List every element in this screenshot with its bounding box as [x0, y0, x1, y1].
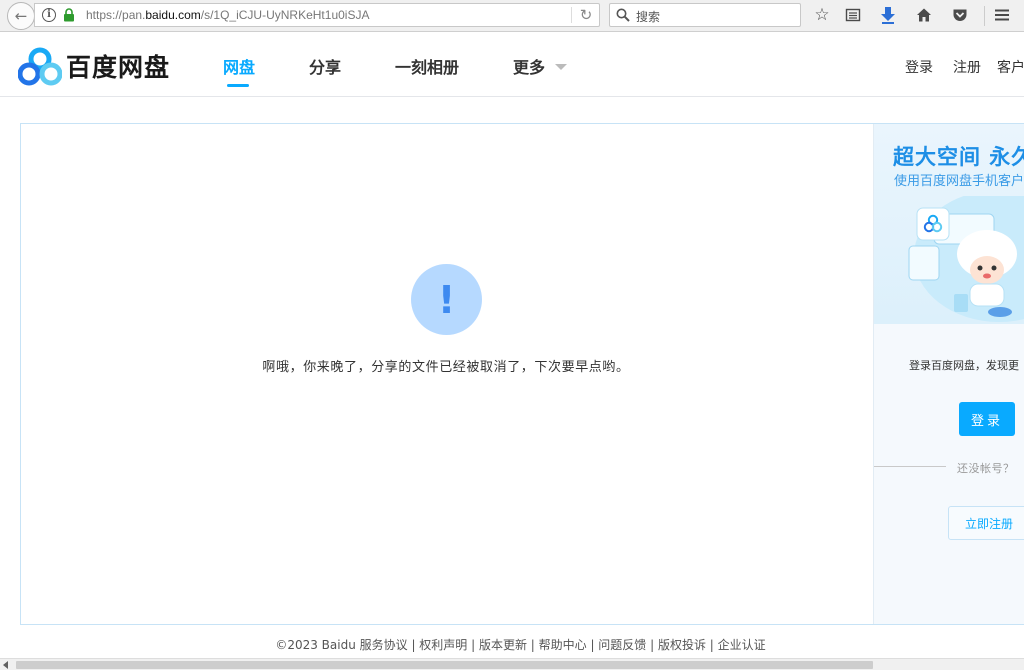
url-path: /s/1Q_iCJU-UyNRKeHt1u0iSJA	[200, 8, 370, 22]
nav-item-more[interactable]: 更多	[513, 54, 545, 78]
promo-banner[interactable]: 超大空间 永久 使用百度网盘手机客户	[874, 124, 1024, 324]
share-cancelled-message: 啊哦，你来晚了，分享的文件已经被取消了，下次要早点哟。	[262, 360, 630, 375]
mascot-illustration-icon	[908, 196, 1024, 322]
toolbar-separator	[984, 6, 985, 26]
promo-title: 超大空间 永久	[893, 145, 1024, 169]
menu-icon[interactable]	[991, 4, 1013, 26]
horizontal-scrollbar[interactable]	[0, 658, 1024, 670]
register-button[interactable]: 立即注册	[948, 506, 1024, 540]
home-icon[interactable]	[913, 4, 935, 26]
login-button[interactable]: 登录	[959, 402, 1015, 436]
login-prompt: 登录百度网盘，发现更	[909, 359, 1019, 372]
login-link[interactable]: 登录	[905, 57, 933, 77]
url-separator	[571, 7, 572, 23]
url-host: baidu.com	[145, 8, 201, 22]
client-link[interactable]: 客户	[997, 57, 1024, 77]
back-arrow-icon: ←	[14, 7, 28, 25]
nav-item-album[interactable]: 一刻相册	[395, 54, 459, 78]
browser-toolbar: ← i https://pan.baidu.com/s/1Q_iCJU-UyNR…	[0, 0, 1024, 32]
address-bar[interactable]: i https://pan.baidu.com/s/1Q_iCJU-UyNRKe…	[34, 3, 600, 27]
scroll-left-arrow-icon[interactable]	[3, 661, 8, 669]
alert-icon: !	[411, 264, 482, 335]
pocket-icon[interactable]	[949, 4, 971, 26]
divider	[874, 466, 946, 467]
register-link[interactable]: 注册	[953, 57, 981, 77]
lock-icon[interactable]	[63, 8, 75, 22]
site-header: 百度网盘 网盘 分享 一刻相册 更多 登录 注册 客户	[0, 33, 1024, 97]
brand-name[interactable]: 百度网盘	[66, 48, 170, 84]
reading-list-icon[interactable]	[842, 4, 864, 26]
nav-active-indicator	[227, 84, 249, 87]
url-prefix: https://pan.	[86, 8, 146, 22]
search-placeholder: 搜索	[636, 10, 661, 24]
promo-subtitle: 使用百度网盘手机客户	[894, 174, 1024, 189]
search-icon	[616, 8, 630, 22]
search-input[interactable]: 搜索	[609, 3, 801, 27]
no-account-text: 还没帐号？	[957, 462, 1015, 475]
nav-item-netdisk[interactable]: 网盘	[223, 54, 255, 78]
baidu-netdisk-logo-icon[interactable]	[18, 47, 62, 87]
info-icon[interactable]: i	[42, 8, 56, 22]
side-panel: 超大空间 永久 使用百度网盘手机客户 登录百度网盘，发现更 登录 还没帐号？ 立…	[873, 124, 1024, 624]
chevron-down-icon[interactable]	[555, 64, 567, 70]
alert-glyph: !	[437, 277, 456, 322]
content-area: ! 啊哦，你来晚了，分享的文件已经被取消了，下次要早点哟。	[21, 124, 873, 624]
footer-links[interactable]: ©2023 Baidu 服务协议 | 权利声明 | 版本更新 | 帮助中心 | …	[0, 636, 1024, 653]
back-button[interactable]: ←	[7, 2, 35, 30]
reload-icon[interactable]: ↻	[576, 6, 596, 24]
url-text[interactable]: https://pan.baidu.com/s/1Q_iCJU-UyNRKeHt…	[86, 8, 369, 22]
download-icon[interactable]	[877, 4, 899, 26]
star-icon[interactable]: ☆	[811, 4, 833, 26]
nav-item-share[interactable]: 分享	[309, 54, 341, 78]
share-card: ! 啊哦，你来晚了，分享的文件已经被取消了，下次要早点哟。 超大空间 永久 使用…	[20, 123, 1024, 625]
scrollbar-thumb[interactable]	[16, 661, 873, 669]
